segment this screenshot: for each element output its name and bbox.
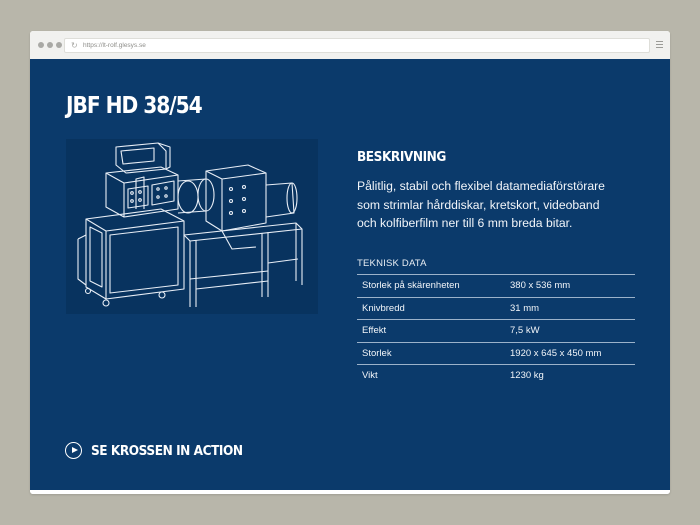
spec-label: Knivbredd bbox=[357, 296, 505, 320]
page-title: JBF HD 38/54 bbox=[66, 93, 203, 119]
hamburger-menu-icon[interactable] bbox=[656, 41, 663, 50]
watch-video-button[interactable]: SE KROSSEN IN ACTION bbox=[65, 442, 259, 459]
window-bottom-edge bbox=[30, 490, 670, 494]
window-controls bbox=[38, 42, 62, 48]
description-text: Pålitlig, stabil och flexibel datamediaf… bbox=[357, 179, 605, 230]
table-row: Knivbredd 31 mm bbox=[357, 296, 635, 320]
table-row: Effekt 7,5 kW bbox=[357, 319, 635, 342]
spec-value: 1230 kg bbox=[505, 364, 635, 387]
play-icon[interactable] bbox=[65, 442, 82, 459]
spec-label: Storlek på skärenheten bbox=[357, 274, 505, 297]
maximize-dot-icon[interactable] bbox=[56, 42, 62, 48]
spec-label: Effekt bbox=[357, 319, 505, 342]
spec-label: Storlek bbox=[357, 341, 505, 365]
watch-video-label[interactable]: SE KROSSEN IN ACTION bbox=[91, 443, 243, 459]
spec-value: 7,5 kW bbox=[505, 319, 635, 342]
spec-value: 1920 x 645 x 450 mm bbox=[505, 341, 635, 365]
specs-heading: TEKNISK DATA bbox=[357, 258, 427, 269]
description-heading: BESKRIVNING bbox=[357, 149, 446, 165]
url-text[interactable]: https://lt-rolf.glesys.se bbox=[83, 39, 146, 52]
spec-label: Vikt bbox=[357, 364, 505, 387]
browser-toolbar: ↻ https://lt-rolf.glesys.se bbox=[30, 31, 670, 60]
close-dot-icon[interactable] bbox=[38, 42, 44, 48]
address-bar[interactable]: ↻ https://lt-rolf.glesys.se bbox=[64, 38, 650, 53]
product-page: JBF HD 38/54 BESKRIVNING Pålitlig, stabi… bbox=[30, 59, 670, 490]
table-row: Vikt 1230 kg bbox=[357, 364, 635, 387]
browser-window: ↻ https://lt-rolf.glesys.se JBF HD 38/54 bbox=[30, 31, 670, 494]
minimize-dot-icon[interactable] bbox=[47, 42, 53, 48]
table-row: Storlek på skärenheten 380 x 536 mm bbox=[357, 274, 635, 297]
spec-value: 380 x 536 mm bbox=[505, 274, 635, 297]
reload-icon[interactable]: ↻ bbox=[71, 39, 78, 52]
spec-value: 31 mm bbox=[505, 296, 635, 320]
table-row: Storlek 1920 x 645 x 450 mm bbox=[357, 341, 635, 365]
specs-table: Storlek på skärenheten 380 x 536 mm Kniv… bbox=[357, 274, 635, 387]
machine-blueprint-image bbox=[66, 139, 318, 314]
